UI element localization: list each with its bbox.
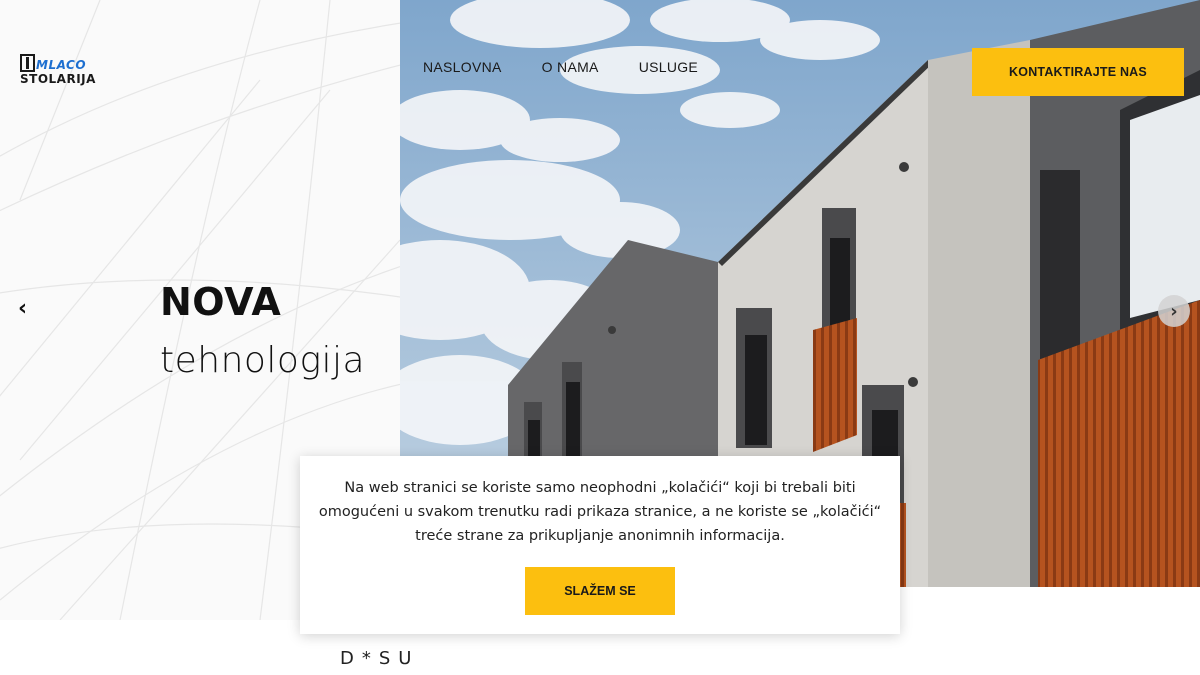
nav-item-o-nama[interactable]: O NAMA bbox=[542, 59, 599, 75]
logo[interactable]: MLACO STOLARIJA bbox=[20, 54, 112, 92]
chevron-right-icon[interactable]: › bbox=[1158, 295, 1190, 327]
logo-brand-top: MLACO bbox=[36, 58, 87, 72]
page: MLACO STOLARIJA NASLOVNA O NAMA USLUGE K… bbox=[0, 0, 1200, 675]
logo-brand-bottom: STOLARIJA bbox=[20, 72, 96, 86]
cookie-banner: Na web stranici se koriste samo neophodn… bbox=[300, 456, 900, 634]
cookie-message: Na web stranici se koriste samo neophodn… bbox=[318, 480, 882, 544]
nav-item-naslovna[interactable]: NASLOVNA bbox=[423, 59, 502, 75]
chevron-left-icon[interactable]: ‹ bbox=[18, 296, 27, 321]
contact-button[interactable]: KONTAKTIRAJTE NAS bbox=[972, 48, 1184, 96]
partial-circular-text: D*SU bbox=[340, 648, 420, 669]
hero-subtitle: tehnologija bbox=[160, 340, 366, 381]
agree-button[interactable]: SLAŽEM SE bbox=[525, 567, 675, 615]
main-nav: NASLOVNA O NAMA USLUGE bbox=[423, 59, 698, 75]
hero-title: NOVA bbox=[160, 280, 282, 324]
nav-item-usluge[interactable]: USLUGE bbox=[639, 59, 698, 75]
window-frame-icon bbox=[20, 54, 35, 72]
